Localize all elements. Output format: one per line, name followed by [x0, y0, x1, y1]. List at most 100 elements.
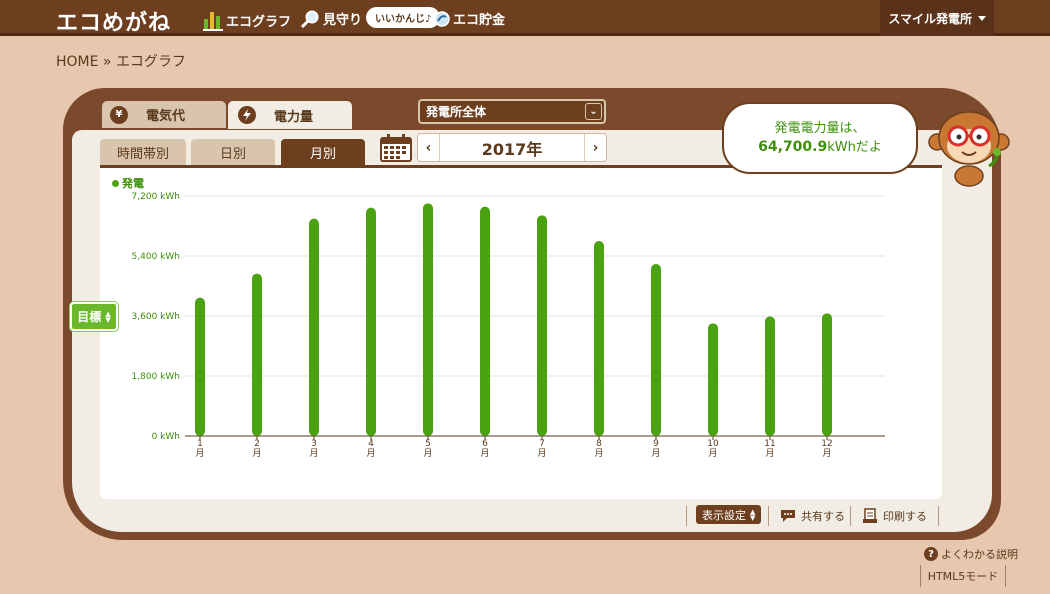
x-tick-unit-label: 月: [651, 448, 660, 459]
x-tick-label: 10: [707, 439, 719, 449]
bar-11月: [765, 316, 775, 436]
separator: [938, 506, 939, 526]
nav-mimamori-label: 見守り: [323, 13, 363, 28]
x-tick-unit-label: 月: [366, 448, 375, 459]
x-tick-unit-label: 月: [423, 448, 432, 459]
x-tick-unit-label: 月: [765, 448, 774, 459]
summary-line2: 64,700.9kWhだよ: [758, 138, 882, 157]
monthly-generation-chart: 0 kWh 1,800 kWh 3,600 kWh 5,400 kWh 7,200 kW…: [132, 192, 885, 459]
share-label: 共有する: [801, 510, 845, 523]
x-tick-label: 7: [539, 439, 545, 449]
top-bar: エコめがね エコグラフ 見守り いいかんじ♪ エコ貯金 スマイル発電所: [0, 0, 1050, 36]
x-tick-label: 3: [311, 439, 317, 449]
x-tick-unit-label: 月: [708, 448, 717, 459]
scope-select[interactable]: 発電所全体 ⌄: [418, 99, 606, 124]
bar-2月: [252, 273, 262, 436]
bar-chart-icon: [203, 12, 223, 31]
calendar-icon[interactable]: [380, 134, 412, 162]
bar-1月: [195, 297, 205, 436]
app-logo[interactable]: エコめがね: [56, 5, 171, 37]
up-down-icon: ▲ ▼: [105, 309, 111, 324]
coin-icon: [434, 10, 450, 27]
y-tick-label: 7,200 kWh: [132, 192, 180, 202]
summary-value: 64,700.9: [758, 138, 828, 155]
yen-icon: ¥: [110, 105, 128, 124]
bar-6月: [480, 206, 490, 436]
breadcrumb: HOME » エコグラフ: [56, 54, 186, 70]
separator: [850, 506, 851, 526]
summary-speech-bubble: 発電電力量は、 64,700.9kWhだよ: [722, 102, 918, 174]
bar-3月: [309, 218, 319, 436]
bar-7月: [537, 215, 547, 436]
bar-9月: [651, 264, 661, 436]
question-icon: ?: [924, 547, 938, 561]
tab-electricity-cost[interactable]: ¥ 電気代: [102, 101, 226, 128]
year-label: 2017年: [481, 139, 543, 159]
summary-unit: kWhだよ: [827, 139, 882, 155]
tab-daily[interactable]: 日別: [191, 139, 275, 166]
x-tick-label: 9: [653, 439, 659, 449]
status-bubble: いいかんじ♪: [366, 7, 441, 28]
site-selector[interactable]: スマイル発電所: [880, 0, 994, 36]
x-tick-unit-label: 月: [822, 448, 831, 459]
up-down-icon: ▲ ▼: [750, 507, 756, 522]
x-tick-unit-label: 月: [195, 448, 204, 459]
x-tick-unit-label: 月: [480, 448, 489, 459]
printer-icon: [863, 508, 877, 523]
next-year-button[interactable]: ›: [584, 134, 606, 161]
tab-electric-energy-label: 電力量: [274, 109, 314, 125]
x-tick-label: 11: [764, 439, 775, 449]
bar-4月: [366, 207, 376, 436]
nav-eco-chokin-label: エコ貯金: [453, 13, 506, 28]
tab-electric-energy[interactable]: 電力量: [228, 101, 352, 129]
separator: [686, 506, 687, 526]
bar-10月: [708, 323, 718, 436]
magnifier-icon: [300, 10, 319, 28]
target-button-label: 目標: [77, 310, 102, 324]
separator: [768, 506, 769, 526]
nav-mimamori[interactable]: 見守り: [300, 9, 362, 28]
display-settings-label: 表示設定: [702, 508, 746, 522]
bar-8月: [594, 241, 604, 436]
help-label: よくわかる説明: [941, 548, 1018, 561]
chevron-down-icon: ⌄: [585, 103, 602, 120]
x-tick-label: 2: [254, 439, 260, 449]
x-tick-label: 12: [821, 439, 832, 449]
y-tick-label: 1,800 kWh: [132, 372, 180, 382]
chevron-down-icon: [978, 15, 986, 21]
monkey-mascot-icon: [928, 111, 1010, 187]
x-tick-label: 5: [425, 439, 431, 449]
scope-select-label: 発電所全体: [426, 105, 487, 119]
x-tick-unit-label: 月: [594, 448, 603, 459]
tab-monthly[interactable]: 月別: [281, 139, 365, 166]
lightning-icon: [238, 106, 256, 124]
y-tick-label: 5,400 kWh: [132, 252, 180, 262]
x-tick-unit-label: 月: [537, 448, 546, 459]
y-tick-label: 3,600 kWh: [132, 312, 180, 322]
x-tick-unit-label: 月: [309, 448, 318, 459]
x-tick-label: 8: [596, 439, 602, 449]
summary-line1: 発電電力量は、: [774, 120, 866, 136]
site-selector-label: スマイル発電所: [888, 11, 972, 26]
display-settings-button[interactable]: 表示設定 ▲ ▼: [696, 505, 762, 524]
tab-electricity-cost-label: 電気代: [146, 109, 186, 124]
help-link[interactable]: ? よくわかる説明: [924, 546, 1018, 562]
html5-mode-link[interactable]: HTML5モード: [920, 565, 1006, 587]
nav-eco-graph-label: エコグラフ: [226, 14, 292, 30]
share-button[interactable]: 共有する: [780, 505, 845, 527]
bar-12月: [822, 313, 832, 436]
y-tick-label: 0 kWh: [152, 432, 180, 442]
tab-hourly[interactable]: 時間帯別: [100, 139, 186, 166]
x-tick-label: 1: [197, 439, 203, 449]
x-tick-label: 6: [482, 439, 488, 449]
print-button[interactable]: 印刷する: [862, 505, 927, 527]
print-label: 印刷する: [883, 510, 927, 523]
nav-eco-graph[interactable]: エコグラフ: [203, 9, 291, 31]
bar-5月: [423, 203, 433, 436]
x-tick-label: 4: [368, 439, 374, 449]
nav-eco-chokin[interactable]: エコ貯金: [434, 9, 505, 28]
prev-year-button[interactable]: ‹: [418, 134, 440, 161]
speech-icon: [781, 510, 795, 522]
year-navigator: ‹ 2017年 ›: [417, 133, 607, 162]
target-toggle-button[interactable]: 目標 ▲ ▼: [70, 302, 118, 331]
